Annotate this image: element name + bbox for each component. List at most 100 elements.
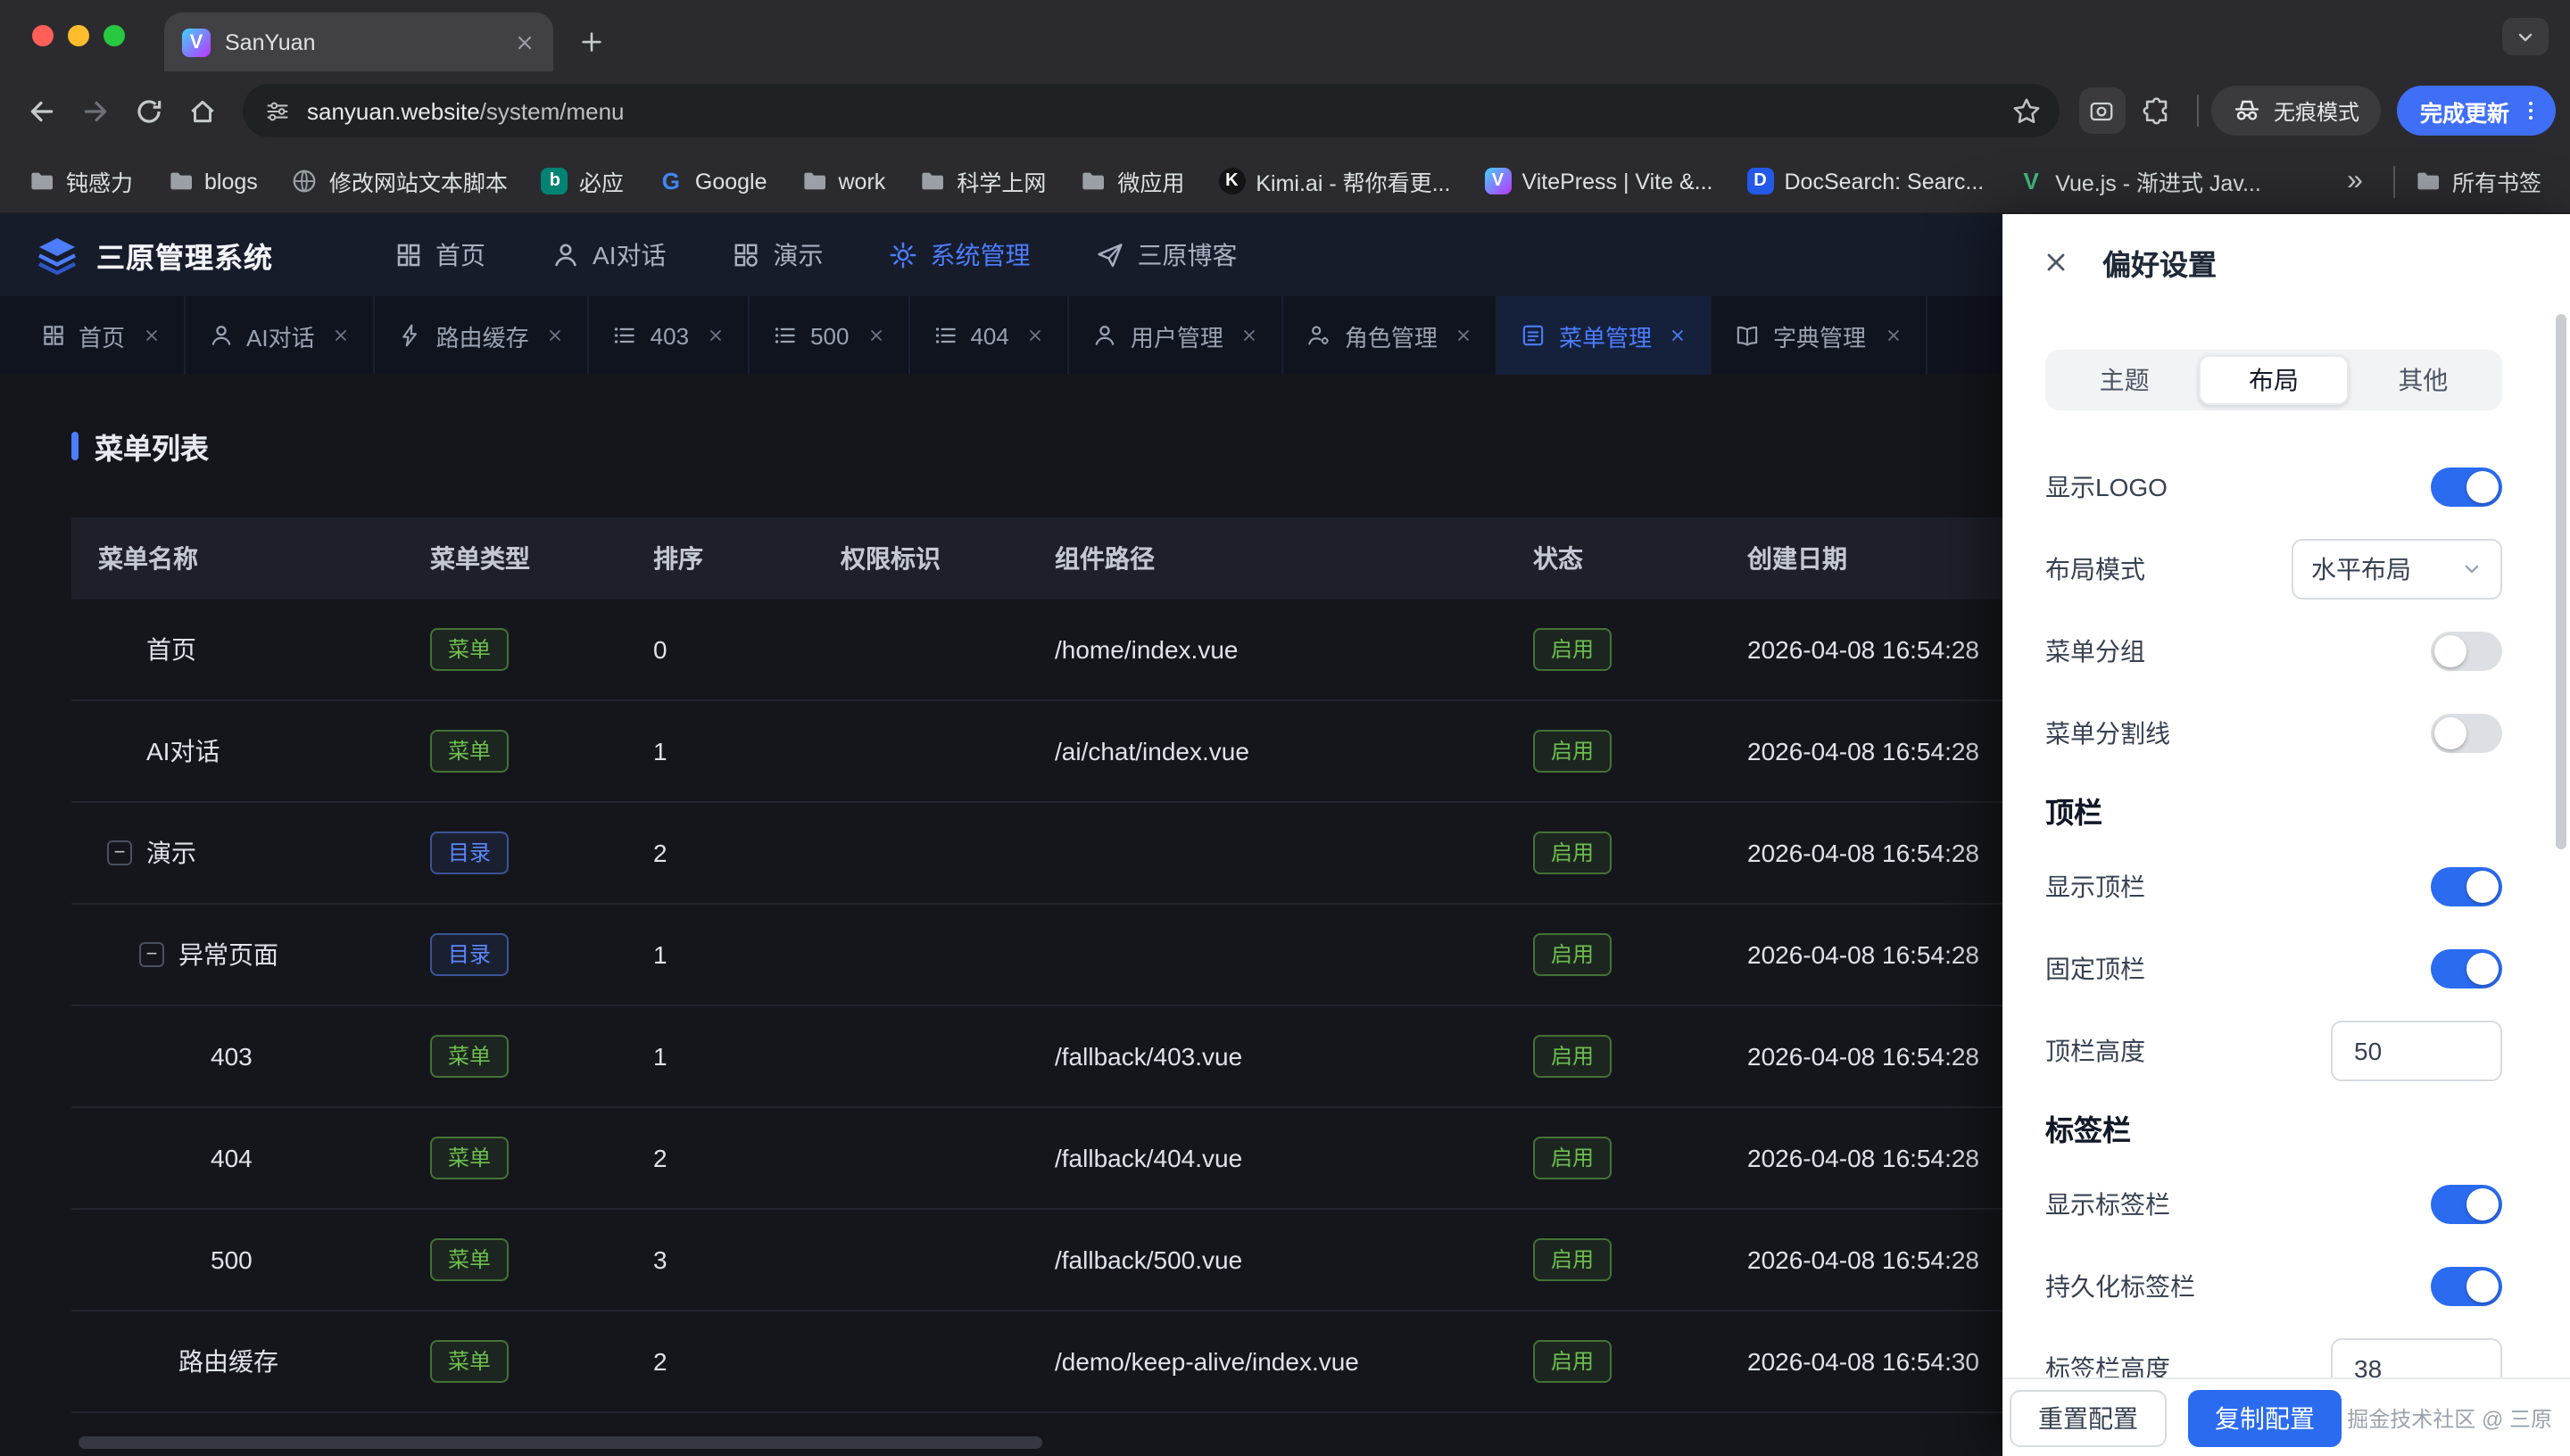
app-tab-close-icon[interactable] bbox=[1884, 327, 1902, 344]
table-row[interactable]: 500菜单3/fallback/500.vue启用2026-04-08 16:5… bbox=[71, 1210, 2284, 1311]
drawer-tab[interactable]: 布局 bbox=[2198, 355, 2349, 405]
reload-button[interactable] bbox=[121, 84, 175, 137]
bookmark-item[interactable]: 微应用 bbox=[1080, 164, 1184, 198]
app-tab-close-icon[interactable] bbox=[1027, 327, 1045, 344]
forward-button[interactable] bbox=[68, 84, 121, 137]
toggle-switch[interactable] bbox=[2431, 1185, 2502, 1224]
column-header[interactable]: 排序 bbox=[625, 541, 812, 576]
app-tab-close-icon[interactable] bbox=[333, 327, 351, 344]
app-tab[interactable]: 404 bbox=[909, 296, 1069, 375]
scrollbar-thumb[interactable] bbox=[2556, 314, 2566, 849]
app-tab[interactable]: 菜单管理 bbox=[1498, 296, 1712, 375]
window-minimize-button[interactable] bbox=[68, 25, 89, 46]
bookmark-item[interactable]: 修改网站文本脚本 bbox=[292, 164, 508, 198]
app-tab[interactable]: 500 bbox=[750, 296, 909, 375]
app-tab[interactable]: AI对话 bbox=[186, 296, 376, 375]
all-bookmarks-button[interactable]: 所有书签 bbox=[2415, 164, 2541, 198]
app-tab-close-icon[interactable] bbox=[1455, 327, 1473, 344]
toggle-switch[interactable] bbox=[2431, 1267, 2502, 1306]
kebab-menu-icon[interactable] bbox=[2518, 98, 2543, 123]
bookmark-item[interactable]: VVue.js - 渐进式 Jav... bbox=[2018, 164, 2261, 198]
watermark-text: 掘金技术社区 @ 三原 bbox=[2347, 1402, 2552, 1433]
address-bar[interactable]: sanyuan.website/system/menu bbox=[243, 84, 2060, 137]
chrome-update-button[interactable]: 完成更新 bbox=[2397, 86, 2556, 136]
bookmark-item[interactable]: KKimi.ai - 帮你看更... bbox=[1218, 164, 1450, 198]
toggle-switch[interactable] bbox=[2431, 632, 2502, 671]
number-input[interactable]: 38 bbox=[2331, 1338, 2502, 1377]
nav-item-3[interactable]: 系统管理 bbox=[890, 237, 1031, 273]
collapse-toggle[interactable]: − bbox=[107, 840, 132, 865]
bookmark-item[interactable]: GGoogle bbox=[658, 168, 767, 194]
column-header[interactable]: 菜单名称 bbox=[71, 541, 402, 576]
drawer-scrollbar[interactable] bbox=[2556, 214, 2566, 1456]
window-close-button[interactable] bbox=[32, 25, 54, 46]
drawer-tab[interactable]: 主题 bbox=[2051, 355, 2198, 405]
number-input[interactable]: 50 bbox=[2331, 1021, 2502, 1081]
status-badge: 启用 bbox=[1533, 1238, 1612, 1281]
app-tab[interactable]: 首页 bbox=[18, 296, 186, 375]
bookmark-item[interactable]: 钝感力 bbox=[29, 164, 133, 198]
nav-item-1[interactable]: AI对话 bbox=[551, 237, 666, 273]
reset-config-button[interactable]: 重置配置 bbox=[2010, 1389, 2167, 1446]
nav-item-0[interactable]: 首页 bbox=[394, 237, 485, 273]
drawer-close-icon[interactable] bbox=[2042, 248, 2070, 277]
collapse-toggle[interactable]: − bbox=[139, 942, 164, 967]
nav-item-2[interactable]: 演示 bbox=[733, 237, 824, 273]
copy-config-button[interactable]: 复制配置 bbox=[2188, 1389, 2342, 1446]
window-zoom-button[interactable] bbox=[104, 25, 125, 46]
app-tab-close-icon[interactable] bbox=[547, 327, 565, 344]
nav-item-4[interactable]: 三原博客 bbox=[1097, 237, 1238, 273]
folder-icon bbox=[1080, 168, 1107, 194]
column-header[interactable]: 组件路径 bbox=[1026, 541, 1505, 576]
app-tab[interactable]: 路由缓存 bbox=[376, 296, 590, 375]
app-tab[interactable]: 403 bbox=[590, 296, 750, 375]
drawer-tab[interactable]: 其他 bbox=[2350, 355, 2497, 405]
column-header[interactable]: 状态 bbox=[1505, 541, 1719, 576]
app-tab[interactable]: 字典管理 bbox=[1712, 296, 1927, 375]
app-logo-icon bbox=[36, 234, 79, 277]
setting-row: 菜单分组 bbox=[2045, 610, 2502, 692]
app-tab-close-icon[interactable] bbox=[1241, 327, 1259, 344]
column-header[interactable]: 菜单类型 bbox=[402, 541, 625, 576]
browser-tab[interactable]: V SanYuan bbox=[164, 12, 553, 71]
bookmark-star-icon[interactable] bbox=[2011, 95, 2042, 126]
new-tab-button[interactable] bbox=[578, 29, 605, 55]
toggle-switch[interactable] bbox=[2431, 949, 2502, 989]
table-row[interactable]: AI对话菜单1/ai/chat/index.vue启用2026-04-08 16… bbox=[71, 701, 2284, 803]
tab-close-icon[interactable] bbox=[514, 31, 535, 53]
app-tab[interactable]: 角色管理 bbox=[1284, 296, 1498, 375]
table-row[interactable]: −异常页面目录1启用2026-04-08 16:54:28 bbox=[71, 905, 2284, 1006]
home-button[interactable] bbox=[175, 84, 228, 137]
chevron-down-icon bbox=[2515, 26, 2536, 47]
bookmarks-overflow-button[interactable]: » bbox=[2336, 165, 2374, 197]
toggle-switch[interactable] bbox=[2431, 867, 2502, 906]
site-info-icon[interactable] bbox=[264, 97, 291, 124]
back-button[interactable] bbox=[14, 84, 68, 137]
column-header[interactable]: 权限标识 bbox=[812, 541, 1026, 576]
menu-name-cell: AI对话 bbox=[71, 733, 402, 769]
bookmark-item[interactable]: DDocSearch: Searc... bbox=[1747, 168, 1985, 194]
app-tab-close-icon[interactable] bbox=[866, 327, 884, 344]
table-row[interactable]: −演示目录2启用2026-04-08 16:54:28 bbox=[71, 803, 2284, 905]
table-row[interactable]: 路由缓存菜单2/demo/keep-alive/index.vue启用2026-… bbox=[71, 1311, 2284, 1413]
toggle-switch[interactable] bbox=[2431, 714, 2502, 753]
layout-mode-select[interactable]: 水平布局 bbox=[2292, 539, 2502, 600]
bookmark-item[interactable]: blogs bbox=[167, 168, 258, 194]
app-tab[interactable]: 用户管理 bbox=[1070, 296, 1284, 375]
extensions-button[interactable] bbox=[2131, 84, 2184, 137]
app-tab-close-icon[interactable] bbox=[143, 327, 161, 344]
table-row[interactable]: 403菜单1/fallback/403.vue启用2026-04-08 16:5… bbox=[71, 1006, 2284, 1108]
table-row[interactable]: 首页菜单0/home/index.vue启用2026-04-08 16:54:2… bbox=[71, 600, 2284, 701]
toggle-switch[interactable] bbox=[2431, 467, 2502, 507]
app-tab-close-icon[interactable] bbox=[1670, 327, 1687, 344]
bookmark-item[interactable]: b必应 bbox=[542, 164, 624, 198]
table-row[interactable]: 404菜单2/fallback/404.vue启用2026-04-08 16:5… bbox=[71, 1108, 2284, 1210]
bookmark-item[interactable]: 科学上网 bbox=[919, 164, 1046, 198]
tab-search-button[interactable] bbox=[2502, 18, 2549, 55]
menu-type-cell: 菜单 bbox=[402, 628, 625, 671]
bookmark-item[interactable]: work bbox=[801, 168, 886, 194]
horizontal-scrollbar[interactable] bbox=[79, 1436, 1042, 1449]
screenshot-extension-button[interactable] bbox=[2079, 87, 2126, 134]
bookmark-item[interactable]: VVitePress | Vite &... bbox=[1484, 168, 1712, 194]
app-tab-close-icon[interactable] bbox=[707, 327, 725, 344]
